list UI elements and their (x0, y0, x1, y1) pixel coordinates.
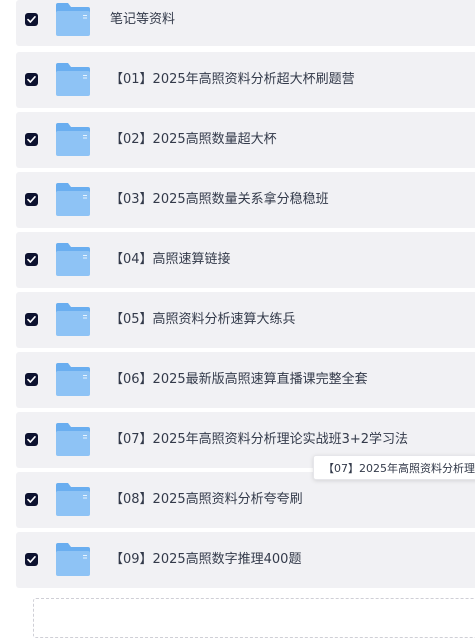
folder-icon (55, 423, 91, 457)
file-row[interactable]: 【08】2025高照资料分析夸夸刷 (16, 472, 475, 528)
file-name: 【03】2025高照数量关系拿分稳稳班 (110, 192, 329, 207)
row-checkbox[interactable] (25, 313, 38, 326)
file-name: 【06】2025最新版高照速算直播课完整全套 (110, 372, 368, 387)
folder-icon (55, 483, 91, 517)
file-name: 【08】2025高照资料分析夸夸刷 (110, 492, 303, 507)
file-name: 【07】2025年高照资料分析理论实战班3+2学习法 (110, 432, 409, 447)
row-checkbox[interactable] (25, 253, 38, 266)
upload-dropzone[interactable] (33, 598, 475, 638)
folder-icon (55, 3, 91, 37)
row-checkbox[interactable] (25, 133, 38, 146)
row-checkbox[interactable] (25, 13, 38, 26)
folder-icon (55, 63, 91, 97)
file-row[interactable]: 【04】高照速算链接 (16, 232, 475, 288)
row-checkbox[interactable] (25, 73, 38, 86)
row-checkbox[interactable] (25, 193, 38, 206)
file-row[interactable]: 【06】2025最新版高照速算直播课完整全套 (16, 352, 475, 408)
folder-icon (55, 363, 91, 397)
row-checkbox[interactable] (25, 493, 38, 506)
file-name: 【09】2025高照数字推理400题 (110, 552, 302, 567)
folder-icon (55, 123, 91, 157)
file-row[interactable]: 【05】高照资料分析速算大练兵 (16, 292, 475, 348)
filename-tooltip: 【07】2025年高照资料分析理论实战班3+2学习法 (313, 455, 475, 480)
folder-icon (55, 183, 91, 217)
file-row[interactable]: 【03】2025高照数量关系拿分稳稳班 (16, 172, 475, 228)
row-checkbox[interactable] (25, 433, 38, 446)
row-checkbox[interactable] (25, 373, 38, 386)
file-name: 【05】高照资料分析速算大练兵 (110, 312, 296, 327)
folder-icon (55, 543, 91, 577)
folder-icon (55, 303, 91, 337)
file-name: 【02】2025高照数量超大杯 (110, 132, 277, 147)
file-row[interactable]: 【02】2025高照数量超大杯 (16, 112, 475, 168)
folder-icon (55, 243, 91, 277)
file-row[interactable]: 笔记等资料 (16, 0, 475, 46)
file-name: 【01】2025年高照资料分析超大杯刷题营 (110, 72, 355, 87)
row-checkbox[interactable] (25, 553, 38, 566)
file-row[interactable]: 【01】2025年高照资料分析超大杯刷题营 (16, 52, 475, 108)
file-row[interactable]: 【09】2025高照数字推理400题 (16, 532, 475, 588)
file-name: 笔记等资料 (110, 12, 176, 27)
file-name: 【04】高照速算链接 (110, 252, 231, 267)
